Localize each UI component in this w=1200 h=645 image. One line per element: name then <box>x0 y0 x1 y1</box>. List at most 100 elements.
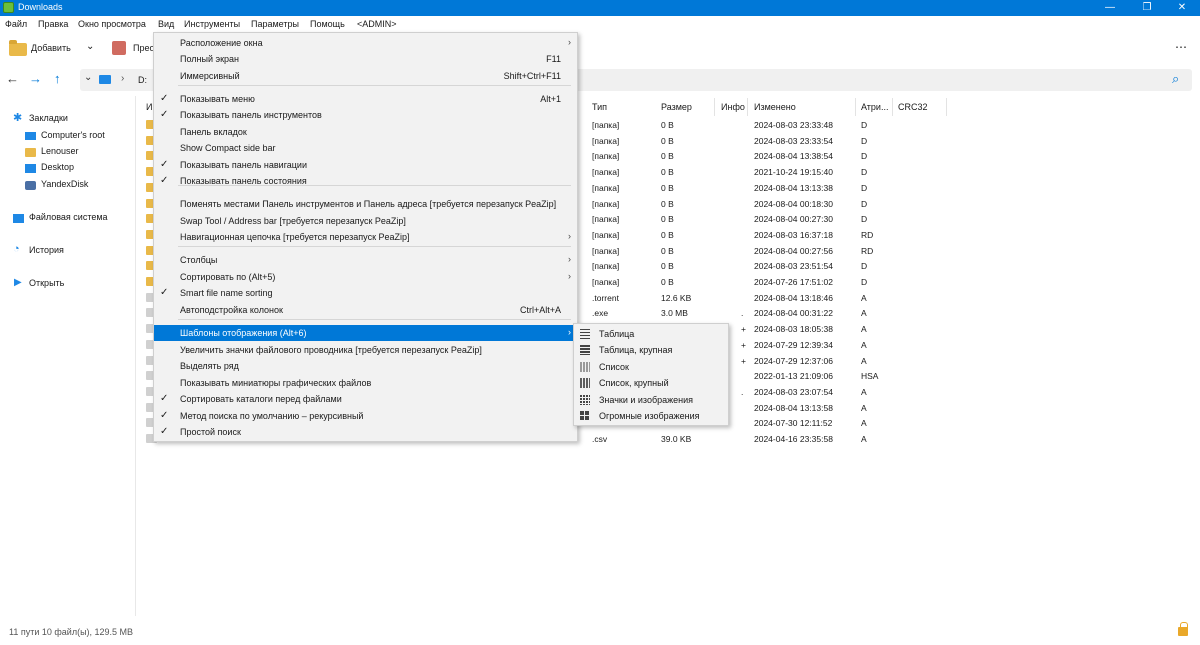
sidebar-open[interactable]: ▶ Открыть <box>0 276 136 292</box>
sidebar-item-desktop[interactable]: Desktop <box>0 160 136 176</box>
convert-button[interactable]: Прео <box>133 43 155 53</box>
list-icon <box>580 361 590 372</box>
peazip-app-icon <box>3 2 14 13</box>
view-menu-item[interactable]: Swap Tool / Address bar [требуется перез… <box>154 213 577 229</box>
sidebar-item-yandexdisk[interactable]: YandexDisk <box>0 177 136 193</box>
sidebar-history[interactable]: ◔ История <box>0 243 136 259</box>
cell-attr: D <box>861 277 868 287</box>
submenu-arrow-icon: › <box>568 327 571 337</box>
cell-modified: 2024-08-04 00:31:22 <box>754 308 833 319</box>
menu-item-label: Панель вкладок <box>180 127 247 137</box>
cell-type: [папка] <box>592 214 620 225</box>
menu-browser[interactable]: Окно просмотра <box>78 19 146 29</box>
sidebar-bookmarks[interactable]: ✱ Закладки <box>0 111 136 127</box>
menu-item-label: Поменять местами Панель инструментов и П… <box>180 199 557 209</box>
forward-arrow-icon[interactable]: → <box>29 71 42 86</box>
menu-item-shortcut: Ctrl+Alt+A <box>519 305 561 315</box>
up-arrow-icon[interactable]: ↑ <box>54 71 61 86</box>
view-menu-item[interactable]: ✓ Показывать меню Alt+1 <box>154 91 577 107</box>
add-dropdown-chevron-icon[interactable]: ⌄ <box>86 41 94 52</box>
menu-help[interactable]: Помощь <box>310 19 345 29</box>
menu-item-label: Метод поиска по умолчанию – рекурсивный <box>180 411 364 421</box>
sidebar-filesystem[interactable]: Файловая система <box>0 210 136 226</box>
column-type[interactable]: Тип <box>592 102 607 112</box>
cell-attr: D <box>861 214 868 225</box>
search-icon[interactable]: ⌕ <box>1172 71 1179 87</box>
view-menu-item[interactable]: Увеличить значки файлового проводника [т… <box>154 342 577 358</box>
view-menu-item[interactable]: Поменять местами Панель инструментов и П… <box>154 196 577 212</box>
cell-type: [папка] <box>592 151 620 162</box>
view-menu-item[interactable]: ✓ Показывать панель состояния <box>154 173 577 189</box>
view-menu-item[interactable]: Столбцы › <box>154 252 577 268</box>
menu-item-shortcut: Shift+Ctrl+F11 <box>503 71 561 81</box>
check-icon: ✓ <box>160 410 169 421</box>
view-menu-item[interactable]: Шаблоны отображения (Alt+6) › <box>154 325 577 341</box>
menu-item-label: Навигационная цепочка [требуется перезап… <box>180 232 410 242</box>
view-menu-item[interactable]: Показывать миниатюры графических файлов <box>154 375 577 391</box>
sidebar-item-computers-root[interactable]: Computer's root <box>0 128 136 144</box>
cell-attr: D <box>861 198 868 209</box>
view-menu-item[interactable]: ✓ Сортировать каталоги перед файлами <box>154 391 577 407</box>
menu-item-label: Показывать панель инструментов <box>180 110 322 120</box>
column-size[interactable]: Размер <box>661 102 692 112</box>
menu-item-shortcut: Alt+1 <box>540 94 561 104</box>
cell-modified: 2024-08-04 13:38:54 <box>754 151 833 162</box>
view-menu-item[interactable]: Сортировать по (Alt+5) › <box>154 269 577 285</box>
cell-size: 3.0 MB <box>661 308 688 319</box>
layout-submenu-item[interactable]: Значки и изображения <box>574 392 728 408</box>
check-icon: ✓ <box>160 109 169 120</box>
address-path[interactable]: D: <box>138 75 147 85</box>
menu-tools[interactable]: Инструменты <box>184 19 240 29</box>
cell-type: [папка] <box>592 120 620 130</box>
submenu-item-label: Список, крупный <box>599 378 669 389</box>
view-menu-item[interactable]: ✓ Показывать панель навигации <box>154 157 577 173</box>
cell-attr: A <box>861 386 867 397</box>
view-menu-item[interactable]: Панель вкладок <box>154 124 577 140</box>
maximize-button[interactable]: ❐ <box>1132 0 1162 16</box>
cell-size: 0 B <box>661 151 674 162</box>
column-name[interactable]: И <box>146 102 152 112</box>
menu-edit[interactable]: Правка <box>38 19 68 29</box>
view-menu-item[interactable]: ✓ Показывать панель инструментов <box>154 107 577 123</box>
submenu-arrow-icon: › <box>568 37 571 47</box>
menu-options[interactable]: Параметры <box>251 19 299 29</box>
cell-info: . <box>741 308 744 319</box>
view-menu-item[interactable]: ✓ Smart file name sorting <box>154 285 577 301</box>
history-chevron-icon[interactable]: ⌄ <box>84 72 92 83</box>
more-options-icon[interactable]: ⋯ <box>1175 40 1187 54</box>
cell-size: 12.6 KB <box>661 292 692 303</box>
add-icon <box>9 40 27 56</box>
view-menu-item[interactable]: Навигационная цепочка [требуется перезап… <box>154 229 577 245</box>
column-info[interactable]: Инфо <box>721 102 745 112</box>
lock-icon[interactable] <box>1178 622 1188 636</box>
minimize-button[interactable]: — <box>1095 0 1125 16</box>
view-menu-item[interactable]: ✓ Метод поиска по умолчанию – рекурсивный <box>154 408 577 424</box>
view-menu-item[interactable]: Иммерсивный Shift+Ctrl+F11 <box>154 68 577 84</box>
view-menu-item[interactable]: Расположение окна › <box>154 35 577 51</box>
view-menu-item[interactable]: Show Compact side bar <box>154 140 577 156</box>
layout-submenu-item[interactable]: Таблица, крупная <box>574 342 728 358</box>
menu-view[interactable]: Вид <box>158 19 174 29</box>
submenu-item-label: Список <box>599 361 629 372</box>
back-arrow-icon[interactable]: ← <box>6 71 19 86</box>
menu-file[interactable]: Файл <box>5 19 27 29</box>
sidebar-item-lenouser[interactable]: Lenouser <box>0 144 136 160</box>
add-button[interactable]: Добавить <box>31 43 71 53</box>
cell-attr: D <box>861 261 868 272</box>
view-menu-item[interactable]: Автоподстройка колонок Ctrl+Alt+A <box>154 302 577 318</box>
view-menu-item[interactable]: Выделять ряд <box>154 358 577 374</box>
column-attributes[interactable]: Атри... <box>861 102 888 112</box>
layout-submenu-item[interactable]: Список <box>574 359 728 375</box>
column-crc32[interactable]: CRC32 <box>898 102 928 112</box>
layout-submenu-item[interactable]: Огромные изображения <box>574 408 728 424</box>
close-button[interactable]: ✕ <box>1167 0 1197 16</box>
menu-item-label: Расположение окна <box>180 38 263 48</box>
view-menu-item[interactable]: Полный экран F11 <box>154 51 577 67</box>
submenu-item-label: Таблица <box>599 329 635 339</box>
view-menu-item[interactable]: ✓ Простой поиск <box>154 424 577 440</box>
layout-submenu-item[interactable]: Список, крупный <box>574 375 728 391</box>
sidebar-open-label: Открыть <box>29 278 65 288</box>
menu-admin[interactable]: <ADMIN> <box>357 19 397 29</box>
layout-submenu-item[interactable]: Таблица <box>574 326 728 342</box>
column-modified[interactable]: Изменено <box>754 102 796 112</box>
